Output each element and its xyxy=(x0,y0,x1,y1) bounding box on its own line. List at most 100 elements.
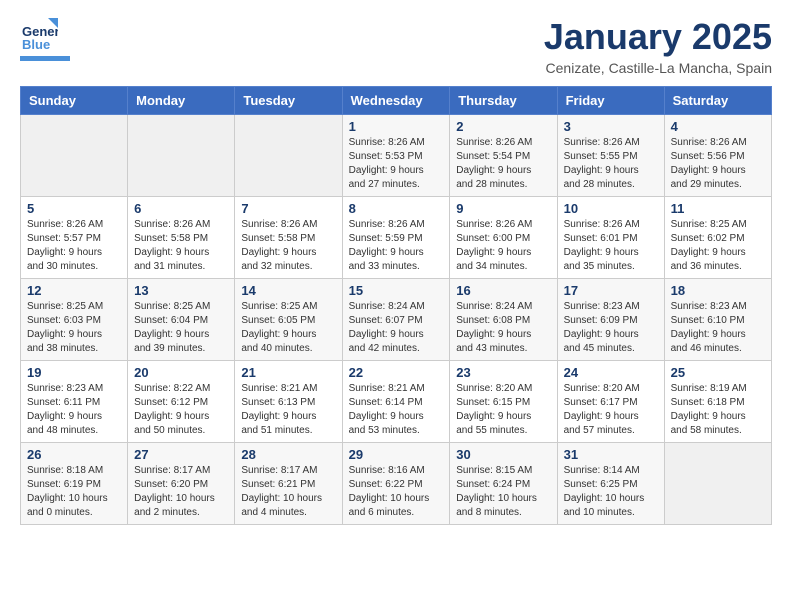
day-info: Sunrise: 8:26 AM Sunset: 6:01 PM Dayligh… xyxy=(564,218,658,274)
day-number: 17 xyxy=(564,283,658,298)
calendar-cell: 20 Sunrise: 8:22 AM Sunset: 6:12 PM Dayli… xyxy=(128,361,235,443)
day-info: Sunrise: 8:26 AM Sunset: 5:55 PM Dayligh… xyxy=(564,136,658,192)
day-number: 18 xyxy=(671,283,765,298)
day-info: Sunrise: 8:18 AM Sunset: 6:19 PM Dayligh… xyxy=(27,464,121,520)
calendar-cell xyxy=(664,443,771,525)
calendar-day-header: Monday xyxy=(128,87,235,115)
logo: General Blue xyxy=(20,16,70,61)
calendar-cell: 23Sunrise: 8:20 AM Sunset: 6:15 PM Dayli… xyxy=(450,361,557,443)
page: General Blue January 2025 Cenizate, Cast… xyxy=(0,0,792,545)
day-number: 14 xyxy=(241,283,335,298)
day-number: 4 xyxy=(671,119,765,134)
day-number: 25 xyxy=(671,365,765,380)
day-info: Sunrise: 8:24 AM Sunset: 6:07 PM Dayligh… xyxy=(349,300,444,356)
day-info: Sunrise: 8:16 AM Sunset: 6:22 PM Dayligh… xyxy=(349,464,444,520)
day-number: 28 xyxy=(241,447,335,462)
day-info: Sunrise: 8:26 AM Sunset: 5:59 PM Dayligh… xyxy=(349,218,444,274)
day-info: Sunrise: 8:26 AM Sunset: 5:57 PM Dayligh… xyxy=(27,218,121,274)
day-number: 21 xyxy=(241,365,335,380)
day-number: 31 xyxy=(564,447,658,462)
calendar-cell: 2 Sunrise: 8:26 AM Sunset: 5:54 PM Daylig… xyxy=(450,115,557,197)
day-info: Sunrise: 8:26 AM Sunset: 5:53 PM Dayligh… xyxy=(349,136,444,192)
calendar-cell: 31 Sunrise: 8:14 AM Sunset: 6:25 PM Dayli… xyxy=(557,443,664,525)
day-info: Sunrise: 8:20 AM Sunset: 6:17 PM Dayligh… xyxy=(564,382,658,438)
day-info: Sunrise: 8:14 AM Sunset: 6:25 PM Dayligh… xyxy=(564,464,658,520)
calendar-cell: 17 Sunrise: 8:23 AM Sunset: 6:09 PM Dayli… xyxy=(557,279,664,361)
calendar-cell: 21 Sunrise: 8:21 AM Sunset: 6:13 PM Dayli… xyxy=(235,361,342,443)
calendar-cell: 14 Sunrise: 8:25 AM Sunset: 6:05 PM Dayli… xyxy=(235,279,342,361)
calendar-week-row: 12 Sunrise: 8:25 AM Sunset: 6:03 PM Dayli… xyxy=(21,279,772,361)
day-number: 29 xyxy=(349,447,444,462)
logo-bar xyxy=(20,56,70,61)
calendar-cell xyxy=(128,115,235,197)
calendar-cell xyxy=(235,115,342,197)
calendar-cell: 18 Sunrise: 8:23 AM Sunset: 6:10 PM Dayli… xyxy=(664,279,771,361)
calendar-cell: 11 Sunrise: 8:25 AM Sunset: 6:02 PM Dayli… xyxy=(664,197,771,279)
day-number: 13 xyxy=(134,283,228,298)
day-number: 11 xyxy=(671,201,765,216)
day-number: 10 xyxy=(564,201,658,216)
subtitle: Cenizate, Castille-La Mancha, Spain xyxy=(544,60,772,76)
calendar-day-header: Wednesday xyxy=(342,87,450,115)
day-info: Sunrise: 8:17 AM Sunset: 6:21 PM Dayligh… xyxy=(241,464,335,520)
day-number: 15 xyxy=(349,283,444,298)
calendar-cell: 5 Sunrise: 8:26 AM Sunset: 5:57 PM Daylig… xyxy=(21,197,128,279)
calendar-day-header: Friday xyxy=(557,87,664,115)
calendar-week-row: 5 Sunrise: 8:26 AM Sunset: 5:57 PM Daylig… xyxy=(21,197,772,279)
day-number: 6 xyxy=(134,201,228,216)
day-info: Sunrise: 8:21 AM Sunset: 6:14 PM Dayligh… xyxy=(349,382,444,438)
calendar-week-row: 1 Sunrise: 8:26 AM Sunset: 5:53 PM Daylig… xyxy=(21,115,772,197)
calendar-week-row: 19 Sunrise: 8:23 AM Sunset: 6:11 PM Dayli… xyxy=(21,361,772,443)
calendar-table: SundayMondayTuesdayWednesdayThursdayFrid… xyxy=(20,86,772,525)
day-info: Sunrise: 8:25 AM Sunset: 6:03 PM Dayligh… xyxy=(27,300,121,356)
day-number: 20 xyxy=(134,365,228,380)
day-info: Sunrise: 8:25 AM Sunset: 6:05 PM Dayligh… xyxy=(241,300,335,356)
day-number: 26 xyxy=(27,447,121,462)
day-number: 23 xyxy=(456,365,550,380)
calendar-cell: 13 Sunrise: 8:25 AM Sunset: 6:04 PM Dayli… xyxy=(128,279,235,361)
calendar-cell: 27Sunrise: 8:17 AM Sunset: 6:20 PM Dayli… xyxy=(128,443,235,525)
calendar-cell: 26 Sunrise: 8:18 AM Sunset: 6:19 PM Dayli… xyxy=(21,443,128,525)
day-info: Sunrise: 8:23 AM Sunset: 6:09 PM Dayligh… xyxy=(564,300,658,356)
calendar-day-header: Saturday xyxy=(664,87,771,115)
day-info: Sunrise: 8:22 AM Sunset: 6:12 PM Dayligh… xyxy=(134,382,228,438)
calendar-cell: 30Sunrise: 8:15 AM Sunset: 6:24 PM Dayli… xyxy=(450,443,557,525)
day-number: 1 xyxy=(349,119,444,134)
calendar-cell xyxy=(21,115,128,197)
calendar-cell: 16 Sunrise: 8:24 AM Sunset: 6:08 PM Dayli… xyxy=(450,279,557,361)
day-info: Sunrise: 8:21 AM Sunset: 6:13 PM Dayligh… xyxy=(241,382,335,438)
calendar-cell: 10 Sunrise: 8:26 AM Sunset: 6:01 PM Dayli… xyxy=(557,197,664,279)
day-info: Sunrise: 8:23 AM Sunset: 6:11 PM Dayligh… xyxy=(27,382,121,438)
calendar-cell: 9Sunrise: 8:26 AM Sunset: 6:00 PM Daylig… xyxy=(450,197,557,279)
day-info: Sunrise: 8:25 AM Sunset: 6:02 PM Dayligh… xyxy=(671,218,765,274)
calendar-cell: 19 Sunrise: 8:23 AM Sunset: 6:11 PM Dayli… xyxy=(21,361,128,443)
day-info: Sunrise: 8:26 AM Sunset: 5:56 PM Dayligh… xyxy=(671,136,765,192)
logo-icon: General Blue xyxy=(20,16,58,54)
day-info: Sunrise: 8:24 AM Sunset: 6:08 PM Dayligh… xyxy=(456,300,550,356)
day-number: 12 xyxy=(27,283,121,298)
day-number: 5 xyxy=(27,201,121,216)
calendar-cell: 3 Sunrise: 8:26 AM Sunset: 5:55 PM Daylig… xyxy=(557,115,664,197)
calendar-cell: 15 Sunrise: 8:24 AM Sunset: 6:07 PM Dayli… xyxy=(342,279,450,361)
day-info: Sunrise: 8:25 AM Sunset: 6:04 PM Dayligh… xyxy=(134,300,228,356)
day-info: Sunrise: 8:26 AM Sunset: 5:54 PM Dayligh… xyxy=(456,136,550,192)
calendar-day-header: Sunday xyxy=(21,87,128,115)
day-number: 3 xyxy=(564,119,658,134)
day-info: Sunrise: 8:23 AM Sunset: 6:10 PM Dayligh… xyxy=(671,300,765,356)
day-number: 8 xyxy=(349,201,444,216)
calendar-cell: 25 Sunrise: 8:19 AM Sunset: 6:18 PM Dayli… xyxy=(664,361,771,443)
day-info: Sunrise: 8:17 AM Sunset: 6:20 PM Dayligh… xyxy=(134,464,228,520)
day-info: Sunrise: 8:19 AM Sunset: 6:18 PM Dayligh… xyxy=(671,382,765,438)
day-number: 22 xyxy=(349,365,444,380)
day-number: 2 xyxy=(456,119,550,134)
day-number: 30 xyxy=(456,447,550,462)
calendar-cell: 6Sunrise: 8:26 AM Sunset: 5:58 PM Daylig… xyxy=(128,197,235,279)
calendar-cell: 7Sunrise: 8:26 AM Sunset: 5:58 PM Daylig… xyxy=(235,197,342,279)
header: General Blue January 2025 Cenizate, Cast… xyxy=(20,16,772,76)
day-number: 19 xyxy=(27,365,121,380)
day-number: 9 xyxy=(456,201,550,216)
day-number: 16 xyxy=(456,283,550,298)
day-number: 7 xyxy=(241,201,335,216)
calendar-day-header: Thursday xyxy=(450,87,557,115)
svg-text:Blue: Blue xyxy=(22,37,50,52)
